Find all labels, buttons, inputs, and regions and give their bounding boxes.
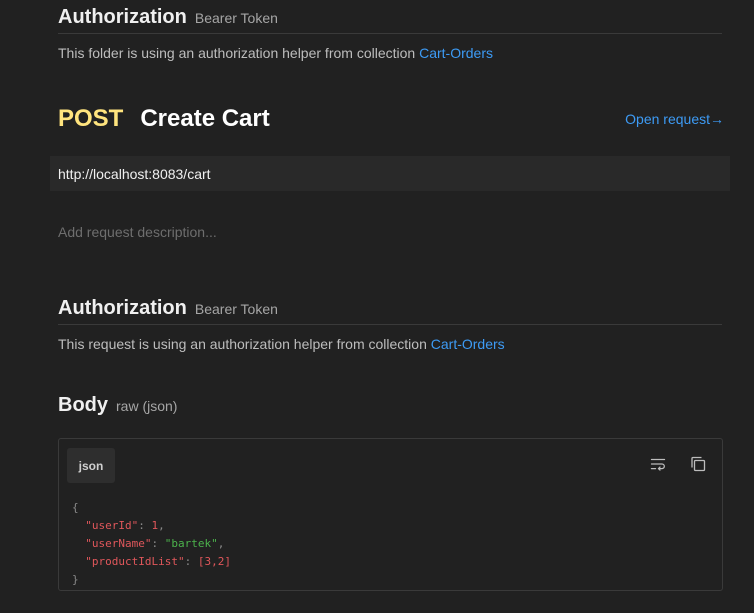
json-code: { "userId": 1, "userName": "bartek", "pr…	[72, 499, 231, 589]
language-badge[interactable]: json	[67, 448, 115, 483]
documentation-page: Authorization Bearer Token This folder i…	[0, 0, 754, 613]
request-auth-header: Authorization Bearer Token	[58, 297, 722, 325]
body-code-block: json { "userId": 1, "userName": "bartek"…	[58, 438, 723, 591]
request-auth-type: Bearer Token	[194, 301, 278, 317]
copy-icon[interactable]	[689, 455, 707, 473]
request-url-text: http://localhost:8083/cart	[58, 165, 211, 182]
body-header: Body raw (json)	[58, 394, 177, 417]
request-url[interactable]: http://localhost:8083/cart	[50, 156, 730, 191]
code-colon: :	[151, 537, 165, 550]
body-mode: raw (json)	[116, 398, 178, 414]
code-colon: :	[184, 555, 198, 568]
folder-auth-helper-text: This folder is using an authorization he…	[58, 45, 416, 61]
code-line: "userName": "bartek",	[72, 535, 231, 553]
open-request-link[interactable]: Open request →	[625, 111, 724, 127]
folder-auth-type: Bearer Token	[194, 10, 278, 26]
body-title: Body	[58, 394, 108, 416]
code-key: "productIdList"	[85, 555, 185, 568]
folder-auth-collection-link[interactable]: Cart-Orders	[419, 45, 493, 61]
wrap-lines-icon[interactable]	[649, 455, 667, 473]
code-comma: ,	[158, 519, 165, 532]
request-auth-helper: This request is using an authorization h…	[58, 336, 505, 352]
code-colon: :	[138, 519, 152, 532]
request-auth-helper-text: This request is using an authorization h…	[58, 336, 427, 352]
open-request-label: Open request	[625, 111, 710, 127]
code-value: "bartek"	[164, 537, 218, 550]
request-auth-title: Authorization	[58, 297, 187, 319]
arrow-right-icon: →	[710, 111, 724, 127]
code-key: "userName"	[85, 537, 152, 550]
code-brace-open: {	[72, 501, 79, 514]
code-brace-close: }	[72, 573, 79, 586]
code-key: "userId"	[85, 519, 139, 532]
request-description-placeholder[interactable]: Add request description...	[58, 224, 217, 240]
request-method: POST	[58, 105, 124, 132]
code-line: }	[72, 571, 231, 589]
code-comma: ,	[217, 537, 225, 550]
code-value: [3,2]	[197, 555, 231, 568]
request-auth-collection-link[interactable]: Cart-Orders	[431, 336, 505, 352]
request-header: POST Create Cart Open request →	[58, 103, 724, 135]
code-line: "productIdList": [3,2]	[72, 553, 231, 571]
code-line: "userId": 1,	[72, 517, 231, 535]
folder-auth-helper: This folder is using an authorization he…	[58, 45, 493, 61]
code-line: {	[72, 499, 231, 517]
request-name: Create Cart	[140, 105, 270, 132]
folder-auth-header: Authorization Bearer Token	[58, 6, 722, 34]
folder-auth-title: Authorization	[58, 6, 187, 28]
